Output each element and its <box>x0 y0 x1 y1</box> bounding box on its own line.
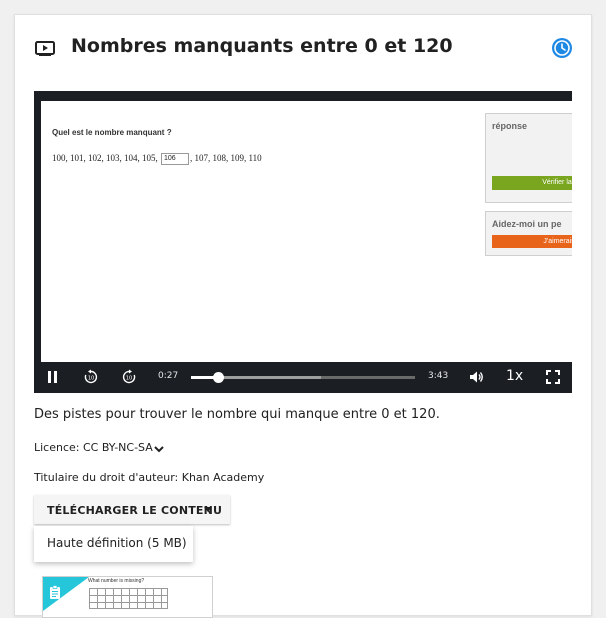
replay-10-icon[interactable]: 10 <box>83 369 99 385</box>
sequence-before: 100, 101, 102, 103, 104, 105, <box>52 153 158 164</box>
forward-10-icon[interactable]: 10 <box>121 369 137 385</box>
chevron-down-icon[interactable] <box>153 443 165 455</box>
exercise-question: Quel est le nombre manquant ? <box>52 128 172 137</box>
video-frame: Quel est le nombre manquant ? 100, 101, … <box>41 101 572 362</box>
video-player-icon <box>35 41 55 56</box>
download-content-button[interactable]: TÉLÉCHARGER LE CONTENU <box>34 495 230 524</box>
download-menu: Haute définition (5 MB) <box>34 526 193 562</box>
fullscreen-icon[interactable] <box>546 370 560 384</box>
duration: 3:43 <box>428 371 449 381</box>
license-text: Licence: CC BY-NC-SA <box>34 441 153 454</box>
answer-panel-title: réponse <box>492 121 528 131</box>
page-title: Nombres manquants entre 0 et 120 <box>71 35 453 57</box>
caret-down-icon <box>204 507 212 512</box>
help-panel: Aidez-moi un pe J'aimerais u <box>485 211 572 256</box>
download-button-label: TÉLÉCHARGER LE CONTENU <box>47 504 223 517</box>
svg-text:10: 10 <box>126 376 132 382</box>
help-panel-title: Aidez-moi un pe <box>492 219 562 229</box>
check-answer-button: Vérifier la <box>492 176 572 190</box>
content-card: Nombres manquants entre 0 et 120 Quel es… <box>14 14 592 618</box>
clock-icon <box>552 38 572 58</box>
hint-button: J'aimerais u <box>492 235 572 248</box>
answer-panel: réponse Vérifier la <box>485 113 572 203</box>
content-header: Nombres manquants entre 0 et 120 <box>15 15 591 79</box>
seek-handle[interactable] <box>212 372 224 383</box>
svg-text:10: 10 <box>88 376 94 382</box>
volume-icon[interactable] <box>469 369 485 385</box>
copyright-holder: Titulaire du droit d'auteur: Khan Academ… <box>34 471 265 484</box>
clipboard-icon <box>50 585 60 599</box>
video-controls: 10 10 0:27 3:43 1x <box>34 362 572 393</box>
sequence-after: , 107, 108, 109, 110 <box>190 153 262 164</box>
pause-icon[interactable] <box>48 371 58 383</box>
number-sequence: 100, 101, 102, 103, 104, 105, 106, 107, … <box>52 153 262 165</box>
related-content-thumbnail[interactable]: What number is missing? <box>42 576 213 618</box>
thumbnail-grid <box>89 588 168 609</box>
thumbnail-title: What number is missing? <box>88 578 145 584</box>
download-option-hd[interactable]: Haute définition (5 MB) <box>47 536 187 550</box>
playback-rate-button[interactable]: 1x <box>506 368 523 384</box>
current-time: 0:27 <box>158 371 179 381</box>
seek-bar[interactable] <box>191 372 415 383</box>
video-player[interactable]: Quel est le nombre manquant ? 100, 101, … <box>34 91 572 393</box>
content-description: Des pistes pour trouver le nombre qui ma… <box>34 407 440 422</box>
answer-box: 106 <box>161 153 189 165</box>
